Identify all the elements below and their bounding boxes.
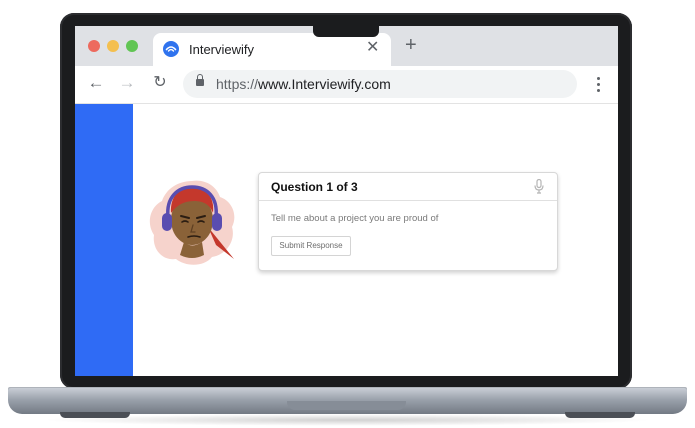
tab-interviewify[interactable]: Interviewify ✕ [153,33,391,66]
browser-window: Interviewify ✕ + ← → ↻ https://www.Inter… [75,26,618,376]
url-host: www.Interviewify.com [258,76,391,92]
submit-response-button[interactable]: Submit Response [271,236,351,256]
interviewer-avatar [146,175,238,267]
url-text: https://www.Interviewify.com [216,76,391,92]
address-bar[interactable]: https://www.Interviewify.com [183,70,577,98]
browser-toolbar: ← → ↻ https://www.Interviewify.com [75,66,618,104]
minimize-window-button[interactable] [107,40,119,52]
question-text: Tell me about a project you are proud of [271,213,439,224]
laptop-camera-notch [313,26,379,37]
new-tab-button[interactable]: + [405,35,417,55]
microphone-icon[interactable] [534,178,544,194]
forward-arrow-icon[interactable]: → [118,74,136,92]
url-scheme: https:// [216,76,259,92]
laptop-foot-right [565,412,635,418]
interviewify-favicon-icon [163,41,179,57]
reload-icon[interactable]: ↻ [151,74,169,92]
question-card: Question 1 of 3 Tell me about a project … [258,172,558,271]
laptop-thumb-notch [287,401,406,410]
maximize-window-button[interactable] [126,40,138,52]
more-vertical-icon[interactable] [597,77,600,92]
laptop-shadow [40,414,655,426]
back-arrow-icon[interactable]: ← [87,74,105,92]
close-tab-icon[interactable]: ✕ [366,40,379,56]
lock-icon [196,74,204,86]
sidebar-panel [75,104,133,376]
question-card-header: Question 1 of 3 [259,173,557,201]
laptop-foot-left [60,412,130,418]
tab-title: Interviewify [189,42,255,57]
question-counter: Question 1 of 3 [271,180,358,194]
close-window-button[interactable] [88,40,100,52]
page-content: Question 1 of 3 Tell me about a project … [75,104,618,376]
